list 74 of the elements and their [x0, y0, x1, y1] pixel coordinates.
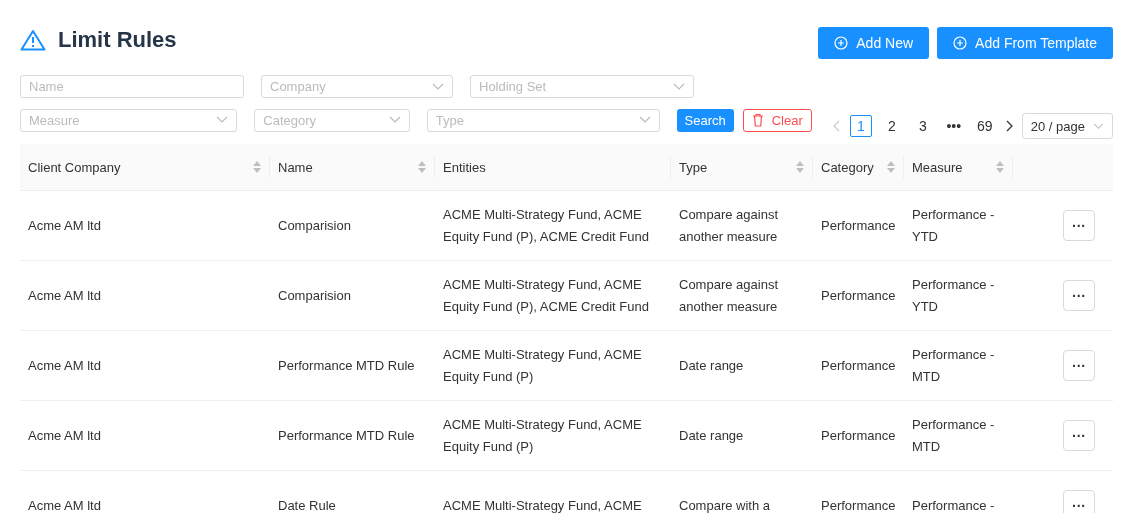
more-button[interactable]: ··· [1063, 350, 1095, 381]
next-page-icon[interactable] [1004, 120, 1013, 132]
page-title: Limit Rules [58, 27, 177, 53]
table-cell: Acme AM ltd [28, 497, 101, 513]
chevron-down-icon [388, 116, 401, 124]
table-cell: Date range [679, 427, 744, 443]
select-field[interactable]: Type [426, 108, 660, 132]
table-cell: Performance - MTD [912, 416, 995, 454]
chevron-down-icon [1093, 122, 1104, 130]
table-cell: Performance MTD Rule [278, 357, 415, 373]
column-header: Measure [912, 159, 963, 175]
sort-icon[interactable] [887, 161, 895, 173]
chevron-down-icon [216, 116, 229, 124]
page-link[interactable]: 1 [849, 115, 872, 137]
table-cell: Performance - YTD [912, 276, 995, 314]
column-header: Entities [443, 159, 486, 175]
add-button[interactable]: Add From Template [937, 27, 1113, 59]
table-cell: ACME Multi-Strategy Fund, ACME Equity Fund (P) [443, 346, 642, 384]
column-header: Category [821, 159, 874, 175]
search-button[interactable]: Search [676, 108, 734, 132]
select-field[interactable]: Category [254, 108, 410, 132]
column-header: Client Company [28, 159, 121, 175]
table-cell: Acme AM ltd [28, 287, 101, 303]
more-button[interactable]: ··· [1063, 280, 1095, 311]
page-link[interactable]: 69 [973, 115, 996, 137]
table-cell: Performance [821, 427, 896, 443]
table-cell: Performance [821, 357, 896, 373]
warning-icon [20, 29, 46, 51]
table-cell: Acme AM ltd [28, 427, 101, 443]
column-header: Name [278, 159, 313, 175]
table-cell: Performance - MTD [912, 346, 995, 384]
table-cell: Performance MTD Rule [278, 427, 415, 443]
more-button[interactable]: ··· [1063, 420, 1095, 451]
table-cell: ACME Multi-Strategy Fund, ACME Equity Fund (P) [443, 416, 642, 454]
sort-icon[interactable] [796, 161, 804, 173]
clear-button[interactable]: Clear [742, 108, 812, 132]
sort-icon[interactable] [418, 161, 426, 173]
table-cell: Performance - [912, 497, 995, 513]
table-cell: Performance [821, 497, 896, 513]
more-button[interactable]: ··· [1063, 490, 1095, 513]
plus-circle-icon [953, 36, 968, 50]
table-cell: Performance [821, 287, 896, 303]
table-cell: Date Rule [278, 497, 336, 513]
select-field[interactable]: Measure [20, 108, 238, 132]
column-header: Type [679, 159, 708, 175]
table-cell: Compare with a [679, 497, 771, 513]
sort-icon[interactable] [253, 161, 261, 173]
table-cell: ACME Multi-Strategy Fund, ACME Equity Fund (P), ACME Credit Fund [443, 276, 649, 314]
select-field[interactable]: Holding Set [470, 75, 694, 98]
table-cell: Compare against another measure [679, 276, 778, 314]
table-cell: Comparision [278, 217, 351, 233]
chevron-down-icon [673, 82, 685, 91]
table-cell: ACME Multi-Strategy Fund, ACME [443, 497, 642, 513]
add-button[interactable]: Add New [818, 27, 930, 59]
table-cell: Compare against another measure [679, 206, 778, 244]
table-cell: Acme AM ltd [28, 357, 101, 373]
page-link[interactable]: 2 [880, 115, 903, 137]
page-link[interactable]: ••• [942, 115, 965, 137]
input-field[interactable]: Name [20, 75, 244, 98]
sort-icon[interactable] [996, 161, 1004, 173]
chevron-down-icon [638, 116, 651, 124]
table-cell: Performance [821, 217, 896, 233]
select-field[interactable]: Company [261, 75, 453, 98]
table-cell: Comparision [278, 287, 351, 303]
table-cell: Acme AM ltd [28, 217, 101, 233]
table-cell: Performance - YTD [912, 206, 995, 244]
more-button[interactable]: ··· [1063, 210, 1095, 241]
trash-icon [751, 113, 764, 127]
table-cell: Date range [679, 357, 744, 373]
table-cell: ACME Multi-Strategy Fund, ACME Equity Fund (P), ACME Credit Fund [443, 206, 649, 244]
page-size-select[interactable]: 20 / page [1021, 113, 1113, 139]
plus-circle-icon [834, 36, 849, 50]
page-link[interactable]: 3 [911, 115, 934, 137]
chevron-down-icon [432, 82, 444, 91]
